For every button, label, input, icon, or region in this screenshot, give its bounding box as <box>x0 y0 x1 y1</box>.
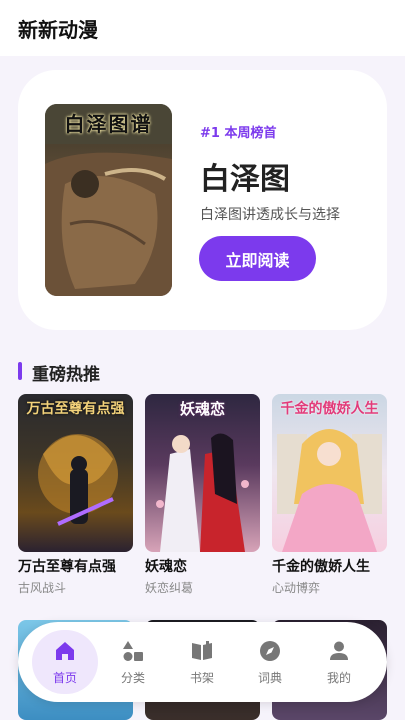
nav-item-bookshelf[interactable]: 书架 <box>169 630 235 694</box>
comic-card[interactable]: 妖魂恋 妖魂恋 妖恋纠葛 <box>145 394 260 596</box>
comic-genre: 古风战斗 <box>18 581 67 595</box>
comic-genre: 心动博弈 <box>272 581 321 595</box>
featured-banner[interactable]: 白泽图谱 #1 本周榜首 白泽图 白泽图讲透成长与选择 立即阅读 <box>18 70 387 330</box>
comic-title: 妖魂恋 <box>145 559 187 575</box>
profile-icon <box>330 641 348 660</box>
compass-icon <box>260 640 280 661</box>
nav-label: 首页 <box>52 670 77 685</box>
comic-card[interactable]: 千金的傲娇人生 千金的傲娇人生 心动博弈 <box>272 394 387 596</box>
nav-item-profile[interactable]: 我的 <box>306 630 372 694</box>
nav-item-category[interactable]: 分类 <box>100 630 166 694</box>
bottom-navigation: 首页 分类 书架 词典 我的 <box>18 622 387 702</box>
home-icon <box>56 641 74 660</box>
comic-title: 千金的傲娇人生 <box>272 559 370 575</box>
comic-title: 万古至尊有点强 <box>18 559 116 575</box>
comic-genre: 妖恋纠葛 <box>145 581 194 595</box>
featured-title: 白泽图 <box>200 162 290 197</box>
category-icon <box>123 640 143 661</box>
featured-cover-image[interactable]: 白泽图谱 <box>45 104 172 296</box>
nav-item-dictionary[interactable]: 词典 <box>237 630 303 694</box>
comic-cover-title: 千金的傲娇人生 <box>280 401 379 417</box>
nav-label: 书架 <box>189 670 214 685</box>
app-title: 新新动漫 <box>18 18 98 42</box>
featured-cover-title: 白泽图谱 <box>64 112 153 136</box>
featured-description: 白泽图讲透成长与选择 <box>200 207 340 223</box>
comic-card[interactable]: 万古至尊有点强 万古至尊有点强 古风战斗 <box>18 394 133 596</box>
comic-cover-image[interactable]: 千金的傲娇人生 <box>272 394 387 552</box>
comic-cover-image[interactable]: 万古至尊有点强 <box>18 394 133 552</box>
nav-item-home[interactable]: 首页 <box>32 630 98 694</box>
comic-cover-title: 万古至尊有点强 <box>26 401 125 417</box>
nav-label: 我的 <box>326 670 351 685</box>
section-title: 重磅热推 <box>32 365 100 385</box>
comic-cover-title: 妖魂恋 <box>179 400 225 418</box>
top-bar: 新新动漫 <box>0 0 405 56</box>
bookshelf-icon <box>192 640 212 660</box>
read-now-button[interactable]: 立即阅读 <box>199 236 316 281</box>
nav-label: 词典 <box>257 670 282 685</box>
rank-badge: #1 本周榜首 <box>200 126 277 141</box>
section-accent-bar <box>18 362 22 380</box>
nav-label: 分类 <box>120 670 145 685</box>
comic-cover-image[interactable]: 妖魂恋 <box>145 394 260 552</box>
